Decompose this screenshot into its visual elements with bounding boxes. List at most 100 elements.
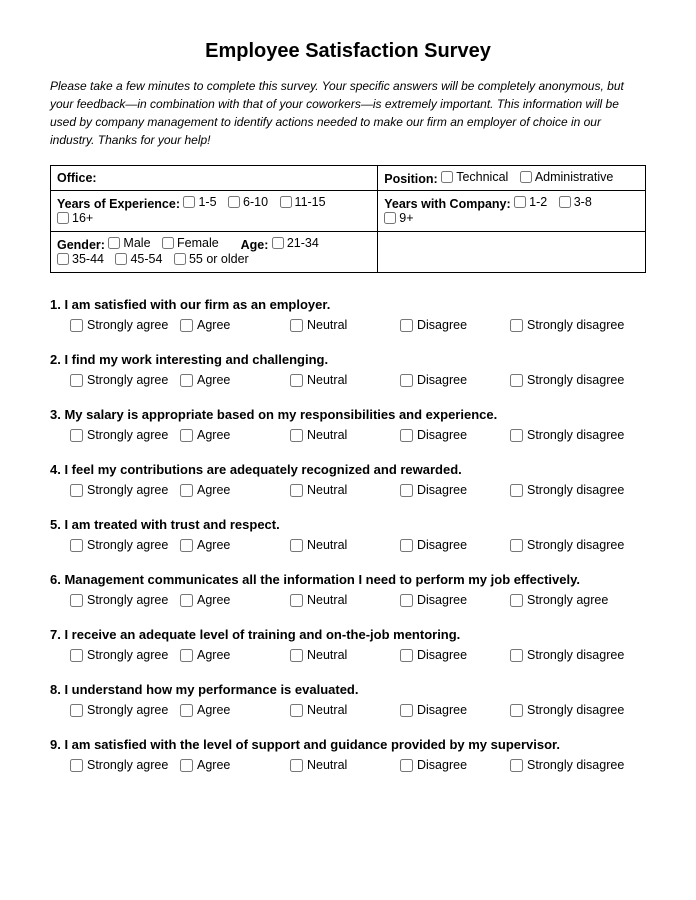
question-1-option-1[interactable]: Agree xyxy=(180,318,290,332)
question-5-option-0[interactable]: Strongly agree xyxy=(70,538,180,552)
question-3-option-1-label: Agree xyxy=(197,428,230,442)
question-4-option-0-label: Strongly agree xyxy=(87,483,168,497)
question-7-block: 7. I receive an adequate level of traini… xyxy=(50,627,646,662)
question-8-option-3[interactable]: Disagree xyxy=(400,703,510,717)
years-company-1-2[interactable]: 1-2 xyxy=(514,195,547,209)
question-1-option-4-label: Strongly disagree xyxy=(527,318,624,332)
question-6-text: 6. Management communicates all the infor… xyxy=(50,572,646,587)
question-5-option-3-label: Disagree xyxy=(417,538,467,552)
question-8-options: Strongly agreeAgree Neutral Disagree Strong… xyxy=(50,703,646,717)
question-1-option-4[interactable]: Strongly disagree xyxy=(510,318,624,332)
question-4-option-2-label: Neutral xyxy=(307,483,347,497)
question-7-option-1-label: Agree xyxy=(197,648,230,662)
years-company-3-8[interactable]: 3-8 xyxy=(559,195,592,209)
question-3-option-3-label: Disagree xyxy=(417,428,467,442)
years-exp-label: Years of Experience: xyxy=(57,197,180,211)
position-technical[interactable]: Technical xyxy=(441,170,508,184)
question-1-options: Strongly agreeAgreeNeutralDisagree Strong… xyxy=(50,318,646,332)
question-5-block: 5. I am treated with trust and respect. S… xyxy=(50,517,646,552)
question-7-option-3[interactable]: Disagree xyxy=(400,648,510,662)
age-35-44[interactable]: 35-44 xyxy=(57,252,104,266)
question-1-option-2[interactable]: Neutral xyxy=(290,318,400,332)
question-4-block: 4. I feel my contributions are adequatel… xyxy=(50,462,646,497)
question-1-text: 1. I am satisfied with our firm as an em… xyxy=(50,297,646,312)
question-5-option-1[interactable]: Agree xyxy=(180,538,290,552)
question-1-option-3[interactable]: Disagree xyxy=(400,318,510,332)
question-4-option-2[interactable]: Neutral xyxy=(290,483,400,497)
question-9-option-3[interactable]: Disagree xyxy=(400,758,510,772)
question-7-option-1[interactable]: Agree xyxy=(180,648,290,662)
question-7-option-2[interactable]: Neutral xyxy=(290,648,400,662)
question-8-option-2-label: Neutral xyxy=(307,703,347,717)
question-7-text: 7. I receive an adequate level of traini… xyxy=(50,627,646,642)
question-4-option-3[interactable]: Disagree xyxy=(400,483,510,497)
question-9-options: Strongly agree Agree NeutralDisagreeStrong… xyxy=(50,758,646,772)
question-8-option-0[interactable]: Strongly agree xyxy=(70,703,180,717)
question-6-option-1-label: Agree xyxy=(197,593,230,607)
question-6-option-0-label: Strongly agree xyxy=(87,593,168,607)
age-21-34[interactable]: 21-34 xyxy=(272,236,319,250)
years-exp-1-5[interactable]: 1-5 xyxy=(183,195,216,209)
question-5-text: 5. I am treated with trust and respect. xyxy=(50,517,646,532)
question-9-option-1-label: Agree xyxy=(197,758,230,772)
question-3-option-0[interactable]: Strongly agree xyxy=(70,428,180,442)
question-2-option-1[interactable]: Agree xyxy=(180,373,290,387)
question-3-option-2[interactable]: Neutral xyxy=(290,428,400,442)
question-3-option-3[interactable]: Disagree xyxy=(400,428,510,442)
question-6-option-4[interactable]: Strongly agree xyxy=(510,593,620,607)
question-4-option-1-label: Agree xyxy=(197,483,230,497)
demographics-table: Office: Position: Technical Administrati… xyxy=(50,165,646,273)
question-4-option-1[interactable]: Agree xyxy=(180,483,290,497)
question-6-option-3-label: Disagree xyxy=(417,593,467,607)
years-company-9plus[interactable]: 9+ xyxy=(384,211,413,225)
question-8-option-2[interactable]: Neutral xyxy=(290,703,400,717)
position-label: Position: xyxy=(384,172,437,186)
question-3-option-4[interactable]: Strongly disagree xyxy=(510,428,624,442)
question-6-option-0[interactable]: Strongly agree xyxy=(70,593,180,607)
question-2-options: Strongly agree AgreeNeutral Disagree Strong… xyxy=(50,373,646,387)
question-9-option-1[interactable]: Agree xyxy=(180,758,290,772)
question-5-option-3[interactable]: Disagree xyxy=(400,538,510,552)
questions-container: 1. I am satisfied with our firm as an em… xyxy=(50,297,646,772)
gender-male[interactable]: Male xyxy=(108,236,150,250)
question-3-options: Strongly agree Agree Neutral Disagree Strong… xyxy=(50,428,646,442)
question-3-block: 3. My salary is appropriate based on my … xyxy=(50,407,646,442)
age-45-54[interactable]: 45-54 xyxy=(115,252,162,266)
question-6-option-1[interactable]: Agree xyxy=(180,593,290,607)
question-4-option-3-label: Disagree xyxy=(417,483,467,497)
years-exp-6-10[interactable]: 6-10 xyxy=(228,195,268,209)
question-2-option-4[interactable]: Strongly disagree xyxy=(510,373,624,387)
years-exp-11-15[interactable]: 11-15 xyxy=(280,195,326,209)
question-5-option-4[interactable]: Strongly disagree xyxy=(510,538,624,552)
question-8-option-4[interactable]: Strongly disagree xyxy=(510,703,624,717)
age-55plus[interactable]: 55 or older xyxy=(174,252,249,266)
question-4-option-0[interactable]: Strongly agree xyxy=(70,483,180,497)
question-4-option-4[interactable]: Strongly disagree xyxy=(510,483,624,497)
question-9-option-4[interactable]: Strongly disagree xyxy=(510,758,624,772)
gender-female[interactable]: Female xyxy=(162,236,219,250)
position-administrative[interactable]: Administrative xyxy=(520,170,614,184)
question-4-option-4-label: Strongly disagree xyxy=(527,483,624,497)
years-company-label: Years with Company: xyxy=(384,197,510,211)
question-2-option-3-label: Disagree xyxy=(417,373,467,387)
question-2-option-0-label: Strongly agree xyxy=(87,373,168,387)
years-exp-16plus[interactable]: 16+ xyxy=(57,211,93,225)
question-6-option-4-label: Strongly agree xyxy=(527,593,608,607)
question-8-option-3-label: Disagree xyxy=(417,703,467,717)
question-1-option-0[interactable]: Strongly agree xyxy=(70,318,180,332)
question-7-option-4[interactable]: Strongly disagree xyxy=(510,648,624,662)
question-6-block: 6. Management communicates all the infor… xyxy=(50,572,646,607)
question-9-option-2[interactable]: Neutral xyxy=(290,758,400,772)
question-3-option-1[interactable]: Agree xyxy=(180,428,290,442)
question-6-option-2[interactable]: Neutral xyxy=(290,593,400,607)
question-7-option-0[interactable]: Strongly agree xyxy=(70,648,180,662)
question-5-option-2[interactable]: Neutral xyxy=(290,538,400,552)
question-2-option-0[interactable]: Strongly agree xyxy=(70,373,180,387)
question-2-text: 2. I find my work interesting and challe… xyxy=(50,352,646,367)
question-8-option-1[interactable]: Agree xyxy=(180,703,290,717)
question-2-option-3[interactable]: Disagree xyxy=(400,373,510,387)
office-label: Office: xyxy=(57,171,97,185)
question-2-option-2[interactable]: Neutral xyxy=(290,373,400,387)
question-6-option-3[interactable]: Disagree xyxy=(400,593,510,607)
question-9-option-0[interactable]: Strongly agree xyxy=(70,758,180,772)
